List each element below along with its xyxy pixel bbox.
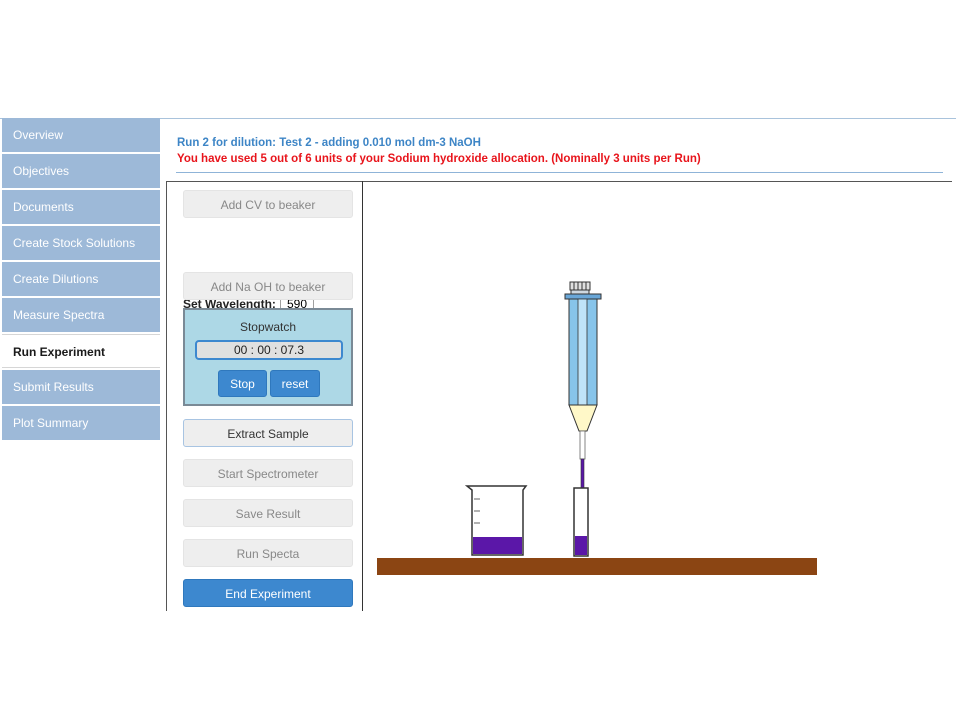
start-spectrometer-button[interactable]: Start Spectrometer: [183, 459, 353, 487]
cuvette: [573, 487, 589, 557]
sidebar: Overview Objectives Documents Create Sto…: [2, 118, 160, 442]
sidebar-item-objectives[interactable]: Objectives: [2, 154, 160, 188]
run-title: Run 2 for dilution: Test 2 - adding 0.01…: [177, 137, 481, 149]
header-divider: [176, 172, 943, 173]
main-panel: Run 2 for dilution: Test 2 - adding 0.01…: [162, 118, 956, 611]
app: Overview Objectives Documents Create Sto…: [0, 118, 956, 611]
allocation-warning: You have used 5 out of 6 units of your S…: [177, 153, 701, 165]
plunger-knob: [569, 281, 591, 291]
syringe[interactable]: [564, 281, 602, 496]
cuvette-solution: [575, 536, 587, 555]
add-cv-button[interactable]: Add CV to beaker: [183, 190, 353, 218]
lab-bench: [377, 558, 817, 575]
syringe-tip: [568, 404, 598, 432]
sidebar-item-create-stock-solutions[interactable]: Create Stock Solutions: [2, 226, 160, 260]
stopwatch-display: 00 : 00 : 07.3: [195, 340, 343, 360]
add-naoh-button[interactable]: Add Na OH to beaker: [183, 272, 353, 300]
controls-panel: Add CV to beaker Set Wavelength: Add Na …: [166, 181, 363, 611]
save-result-button[interactable]: Save Result: [183, 499, 353, 527]
pipette-tube: [579, 430, 586, 460]
sidebar-item-run-experiment[interactable]: Run Experiment: [2, 334, 160, 368]
sidebar-item-create-dilutions[interactable]: Create Dilutions: [2, 262, 160, 296]
syringe-flange: [564, 293, 602, 300]
sidebar-item-overview[interactable]: Overview: [2, 118, 160, 152]
sidebar-item-submit-results[interactable]: Submit Results: [2, 370, 160, 404]
stopwatch-title: Stopwatch: [239, 320, 297, 334]
sidebar-item-measure-spectra[interactable]: Measure Spectra: [2, 298, 160, 332]
lab-scene: [377, 281, 817, 575]
end-experiment-button[interactable]: End Experiment: [183, 579, 353, 607]
run-spectra-button[interactable]: Run Specta: [183, 539, 353, 567]
sidebar-item-documents[interactable]: Documents: [2, 190, 160, 224]
beaker-solution: [473, 537, 522, 554]
stop-button[interactable]: Stop: [218, 370, 267, 397]
extract-sample-button[interactable]: Extract Sample: [183, 419, 353, 447]
reset-button[interactable]: reset: [270, 370, 320, 397]
beaker: [464, 485, 528, 556]
sidebar-item-plot-summary[interactable]: Plot Summary: [2, 406, 160, 440]
syringe-plunger: [577, 298, 588, 406]
stopwatch-panel: Stopwatch 00 : 00 : 07.3 Stop reset: [183, 308, 353, 406]
lab-canvas: [362, 181, 957, 611]
